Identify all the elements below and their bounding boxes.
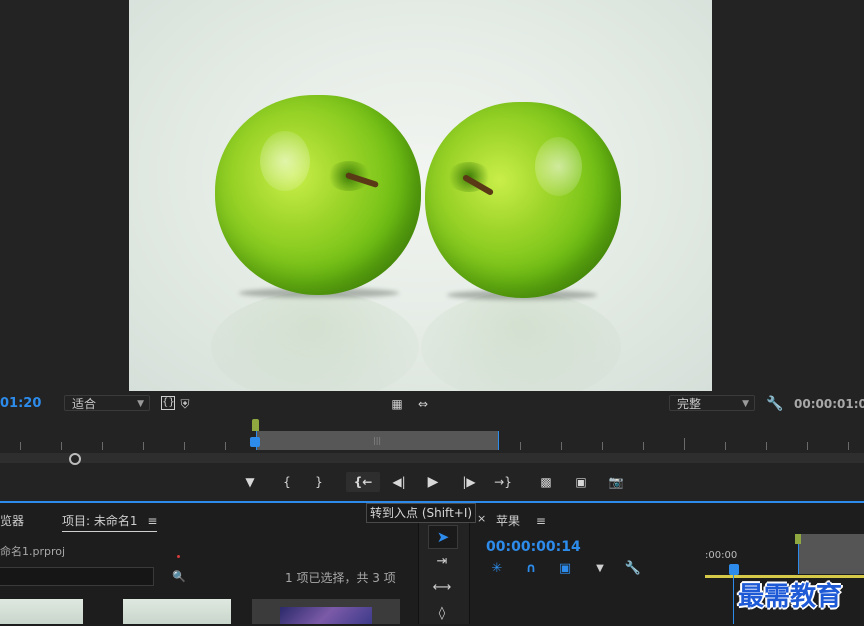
new-search-bin-icon[interactable]: 🔍 [171,569,187,585]
duration-timecode: 00:00:01:00 [794,397,864,411]
menu-icon[interactable]: ≡ [147,514,157,528]
apple-reflection-right [421,292,621,391]
zoom-handle[interactable] [69,453,81,465]
in-point-handle[interactable] [250,437,260,447]
play-icon[interactable]: ▶ [422,472,444,492]
tab-project-label: 项目: 未命名1 [62,514,138,528]
quality-select-value: 完整 [677,397,702,411]
timeline-in-marker[interactable] [795,534,801,544]
status-dot [177,555,180,558]
apple-right [425,102,621,298]
zoom-scrollbar[interactable] [0,453,864,463]
in-out-range[interactable]: ||| [256,431,499,450]
fit-select[interactable]: 适合 ▼ [64,395,150,411]
selection-tool-icon[interactable]: ➤ [428,525,458,549]
export-frame-icon[interactable]: 📷 [605,472,627,492]
project-file-name: 命名1.prproj [0,545,66,558]
playhead-timecode[interactable]: 01:20 [0,396,41,411]
mark-in-icon[interactable]: { [276,472,298,492]
search-input[interactable] [0,567,154,586]
mark-out-icon[interactable]: } [308,472,330,492]
track-select-tool-icon[interactable]: ⇥ [428,551,456,573]
step-back-icon[interactable]: ◀| [388,472,410,492]
razor-tool-icon[interactable]: ◊ [428,603,456,625]
snap-magnet-icon[interactable]: ∩ [521,560,541,578]
linked-selection-icon[interactable]: ▣ [555,560,575,578]
thumbnail-3-selected[interactable] [252,599,400,624]
sequence-timecode[interactable]: 00:00:00:14 [486,539,581,555]
shield-icon[interactable]: ⛨ [177,396,193,412]
nest-snap-icon[interactable]: ✳ [487,560,507,578]
tab-project[interactable]: 项目: 未命名1 ≡ [62,512,158,532]
wrench-icon[interactable]: 🔧 [623,560,643,578]
step-forward-icon[interactable]: |▶ [458,472,480,492]
playhead-marker[interactable] [252,419,259,431]
wrench-icon[interactable]: 🔧 [766,396,784,412]
program-monitor [0,0,864,392]
quality-select[interactable]: 完整 ▼ [669,395,755,411]
timeline-playhead-line [733,575,734,624]
timeline-ruler-start: :00:00 [705,550,738,561]
close-icon[interactable]: × [477,512,486,525]
film-icon[interactable]: ▦ [389,396,405,412]
settings-bracket-icon[interactable]: {} [161,396,175,410]
fit-select-value: 适合 [72,397,97,411]
chevron-down-icon: ▼ [137,399,144,409]
tooltip: 转到入点 (Shift+I) [366,503,477,523]
thumbnail-2[interactable] [123,599,231,624]
video-preview[interactable] [129,0,712,391]
menu-icon[interactable]: ≡ [536,514,546,528]
selection-status: 1 项已选择，共 3 项 [285,571,396,585]
watermark-logo: 最需教育 [738,582,843,612]
apple-reflection-left [211,292,419,391]
timeline-playhead[interactable] [729,564,739,575]
thumbnail-1[interactable] [0,599,83,624]
add-marker-icon[interactable]: ▼ [590,560,610,578]
ripple-edit-tool-icon[interactable]: ⟷ [428,577,456,599]
tab-sequence-label: 苹果 [496,514,521,528]
split-icon[interactable]: ⇔ [414,396,432,412]
tab-media-browser[interactable]: 览器 [0,512,24,529]
insert-icon[interactable]: ▩ [535,472,557,492]
tools-panel: ➤ ⇥ ⟷ ◊ [418,515,470,624]
go-to-in-icon[interactable]: {← [346,472,380,492]
timeline-range-block[interactable] [798,534,864,574]
overwrite-icon[interactable]: ▣ [570,472,592,492]
chevron-down-icon: ▼ [742,399,749,409]
apple-left [215,95,421,295]
marker-icon[interactable]: ▼ [239,472,261,492]
go-to-out-icon[interactable]: →} [492,472,514,492]
tab-sequence[interactable]: 苹果 ≡ [496,512,546,529]
